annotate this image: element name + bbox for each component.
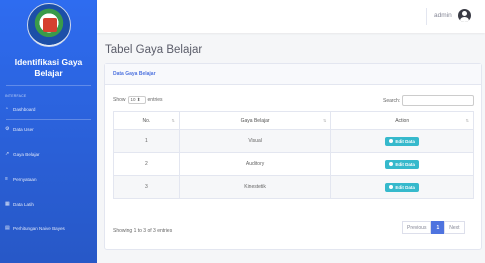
edit-data-button[interactable]: Edit Data — [385, 182, 419, 192]
column-header-gaya-belajar[interactable]: Gaya Belajar ⇅ — [178, 111, 332, 130]
pagination: Previous 1 Next — [402, 221, 465, 234]
list-icon: ≡ — [5, 175, 8, 182]
wrench-icon: ↗ — [5, 150, 10, 157]
user-icon: ⚙ — [5, 125, 10, 132]
cell-gaya-belajar: Kinestetik — [178, 175, 332, 199]
sort-icon: ⇅ — [171, 118, 175, 123]
info-icon — [389, 139, 394, 143]
column-header-no[interactable]: No. ⇅ — [113, 111, 180, 130]
avatar[interactable] — [458, 9, 471, 22]
sidebar-item-dashboard[interactable]: ◔ Dashboard — [5, 104, 35, 114]
sidebar-item-data-user[interactable]: ⚙ Data User — [5, 124, 34, 134]
brand-title[interactable]: Identifikasi Gaya Belajar — [0, 57, 97, 78]
info-icon — [389, 185, 394, 189]
user-name[interactable]: admin — [434, 12, 452, 19]
table-row: 1 Visual Edit Data — [113, 129, 474, 153]
table-icon: ▦ — [5, 200, 10, 207]
sidebar-item-gaya-belajar[interactable]: ↗ Gaya Belajar — [5, 149, 40, 159]
cell-action: Edit Data — [330, 175, 474, 199]
edit-data-button[interactable]: Edit Data — [385, 159, 419, 169]
university-logo — [27, 3, 71, 47]
cell-no: 1 — [113, 129, 180, 153]
next-button[interactable]: Next — [444, 221, 465, 234]
entries-label: entries — [147, 97, 163, 103]
sidebar-item-label: Pernyataan — [13, 176, 37, 182]
card-title: Data Gaya Belajar — [113, 71, 156, 77]
entries-select[interactable]: 10 ⬍ — [127, 96, 146, 104]
show-label: Show — [113, 97, 126, 103]
data-table: No. ⇅ Gaya Belajar ⇅ Action ⇅ 1 Visual E… — [113, 111, 474, 199]
sidebar-item-label: Perhitungan Naive Bayes — [13, 225, 65, 231]
sidebar-item-pernyataan[interactable]: ≡ Pernyataan — [5, 174, 37, 184]
cell-action: Edit Data — [330, 129, 474, 153]
dashboard-icon: ◔ — [5, 105, 9, 112]
page-title: Tabel Gaya Belajar — [105, 44, 203, 56]
topbar: admin — [97, 0, 485, 33]
cell-gaya-belajar: Auditory — [178, 152, 332, 176]
topbar-divider — [426, 8, 427, 25]
sidebar-item-label: Data User — [13, 126, 34, 132]
show-entries: Show 10 ⬍ entries — [113, 96, 163, 104]
sidebar-divider — [6, 85, 91, 86]
table-row: 3 Kinestetik Edit Data — [113, 175, 474, 199]
table-info: Showing 1 to 3 of 3 entries — [113, 228, 173, 234]
sidebar-divider — [6, 119, 91, 120]
sidebar: Identifikasi Gaya Belajar INTERFACE ◔ Da… — [0, 0, 97, 263]
page-1-button[interactable]: 1 — [431, 221, 445, 234]
table-header-row: No. ⇅ Gaya Belajar ⇅ Action ⇅ — [113, 111, 474, 130]
data-card: Data Gaya Belajar Show 10 ⬍ entries Sear… — [104, 63, 482, 250]
cell-no: 3 — [113, 175, 180, 199]
previous-button[interactable]: Previous — [402, 221, 432, 234]
column-header-action[interactable]: Action ⇅ — [330, 111, 474, 130]
sort-icon: ⇅ — [323, 118, 327, 123]
search-label: Search: — [383, 98, 401, 104]
sidebar-item-label: Data Latih — [13, 201, 34, 207]
cell-action: Edit Data — [330, 152, 474, 176]
search-input[interactable] — [402, 95, 474, 106]
info-icon — [389, 162, 394, 166]
table-row: 2 Auditory Edit Data — [113, 152, 474, 176]
sidebar-item-data-latih[interactable]: ▦ Data Latih — [5, 199, 34, 209]
cell-gaya-belajar: Visual — [178, 129, 332, 153]
sidebar-heading: INTERFACE — [5, 94, 27, 98]
sort-icon: ⇅ — [465, 118, 469, 123]
card-header: Data Gaya Belajar — [105, 64, 481, 85]
sidebar-item-naive-bayes[interactable]: ▤ Perhitungan Naive Bayes — [5, 223, 65, 233]
cell-no: 2 — [113, 152, 180, 176]
edit-data-button[interactable]: Edit Data — [385, 136, 419, 146]
document-icon: ▤ — [5, 224, 10, 231]
sidebar-item-label: Dashboard — [13, 106, 36, 112]
sidebar-item-label: Gaya Belajar — [13, 151, 40, 157]
